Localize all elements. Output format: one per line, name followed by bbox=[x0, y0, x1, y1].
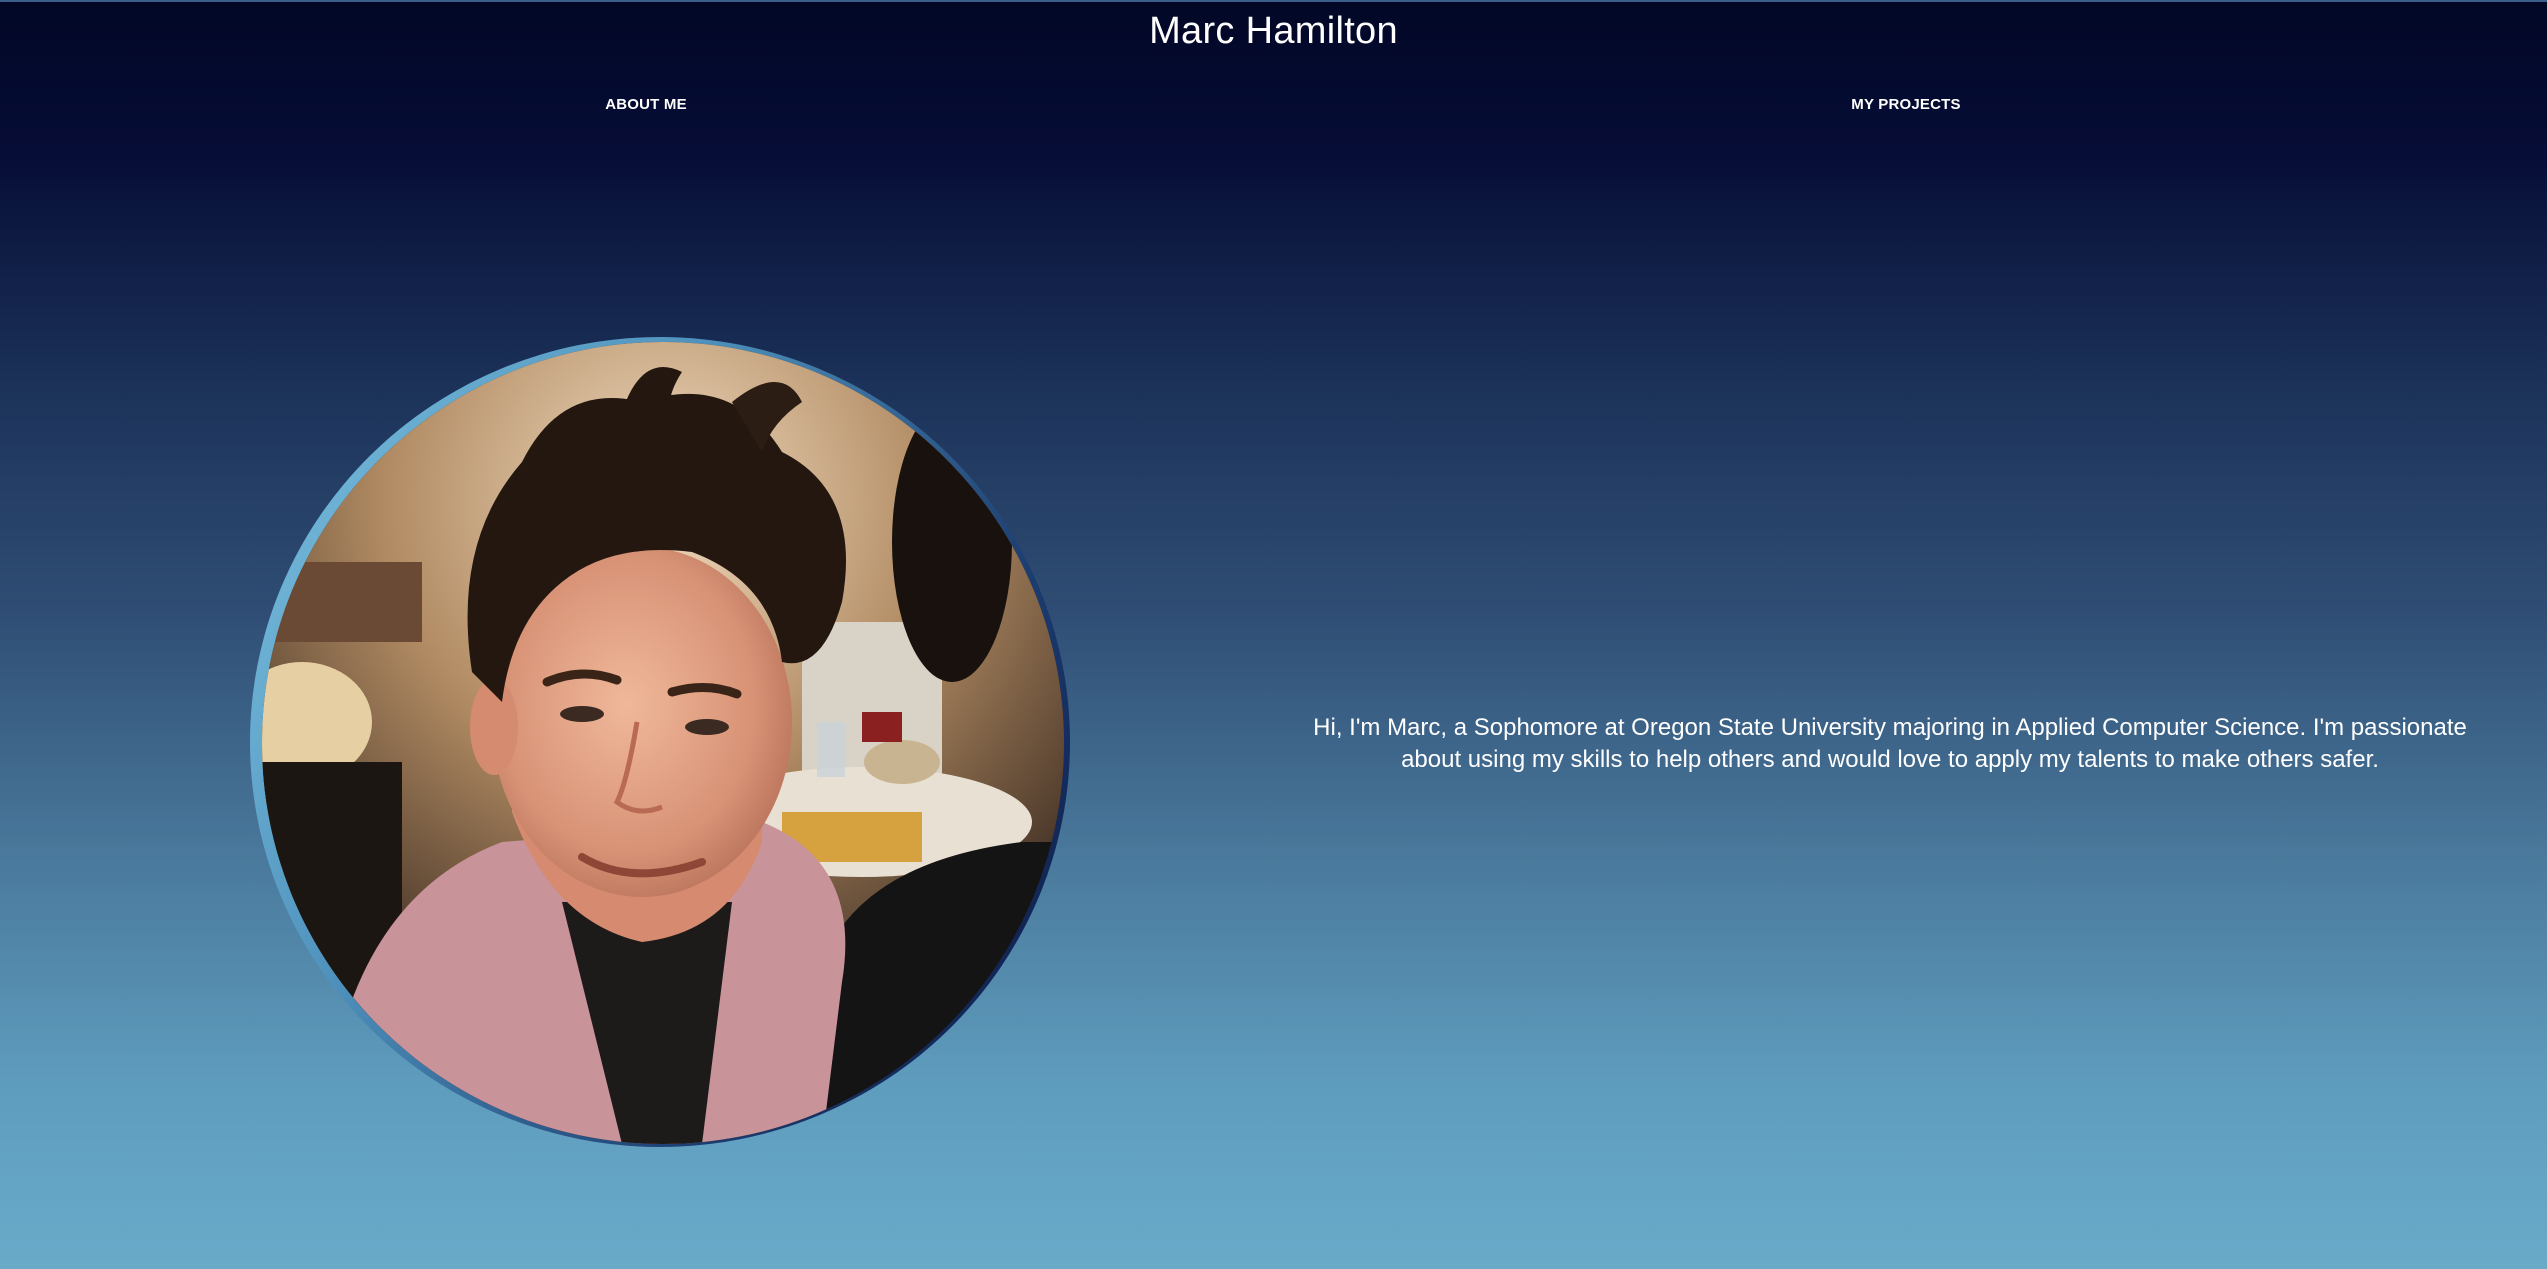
profile-photo bbox=[262, 342, 1064, 1144]
bio-text: Hi, I'm Marc, a Sophomore at Oregon Stat… bbox=[1313, 714, 2467, 773]
main-nav: ABOUT ME MY PROJECTS bbox=[0, 96, 2547, 118]
top-border bbox=[0, 0, 2547, 2]
site-title: Marc Hamilton bbox=[1149, 10, 1398, 52]
nav-link-my-projects[interactable]: MY PROJECTS bbox=[1851, 96, 1960, 113]
nav-link-about-me[interactable]: ABOUT ME bbox=[605, 96, 687, 113]
profile-photo-illustration bbox=[262, 342, 1064, 1144]
